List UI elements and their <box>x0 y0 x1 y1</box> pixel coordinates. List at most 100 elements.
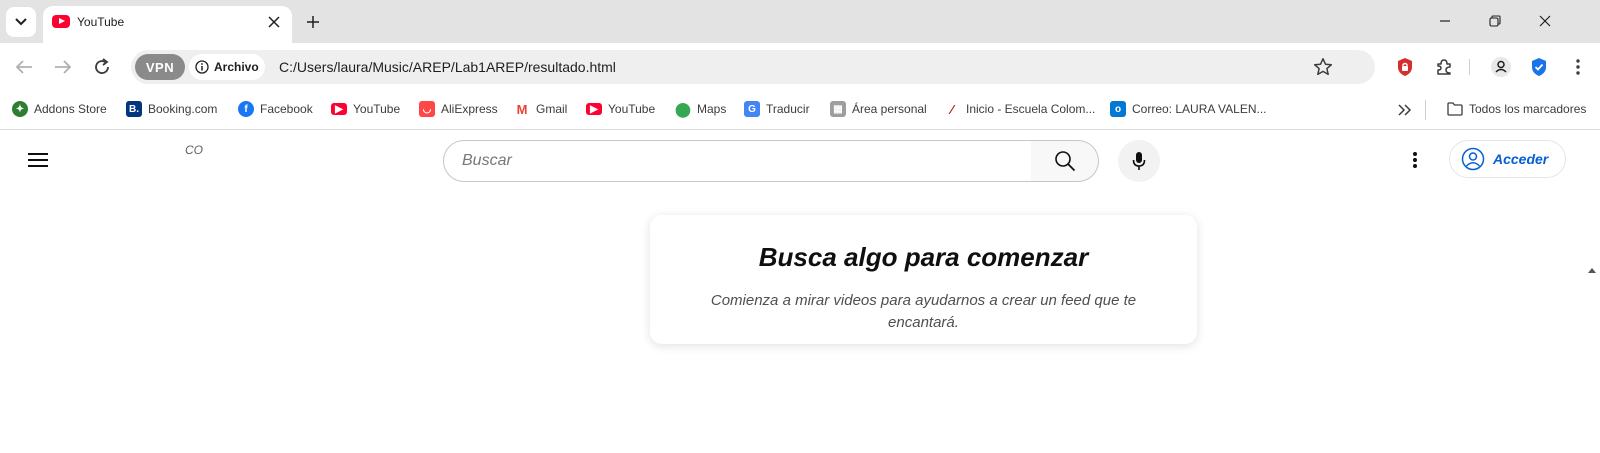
bookmark-label: Traducir <box>766 102 810 116</box>
star-icon <box>1313 58 1333 76</box>
empty-state-title: Busca algo para comenzar <box>758 242 1089 272</box>
aliexpress-icon: ◡ <box>419 101 435 117</box>
origin-label: Archivo <box>214 60 259 74</box>
settings-menu-button[interactable] <box>1403 148 1427 172</box>
arrow-left-icon <box>15 60 32 74</box>
site-info-chip[interactable]: Archivo <box>189 54 265 80</box>
bookmark-item[interactable]: G Traducir <box>744 99 810 119</box>
addons-store-icon: ✦ <box>12 101 28 117</box>
bookmark-label: Maps <box>697 102 727 116</box>
tab-strip: YouTube <box>0 0 1600 43</box>
close-window-button[interactable] <box>1534 10 1556 32</box>
bookmarks-divider <box>1425 100 1426 120</box>
scroll-up-arrow-icon[interactable] <box>1588 268 1596 273</box>
empty-feed-card: Busca algo para comenzar Comienza a mira… <box>650 215 1197 344</box>
toolbar-divider <box>1469 59 1470 75</box>
info-icon <box>195 60 209 74</box>
minimize-icon <box>1440 20 1450 22</box>
plus-icon <box>307 16 319 28</box>
search-input[interactable]: Buscar <box>443 140 1032 182</box>
translate-icon: G <box>744 101 760 117</box>
guide-menu-button[interactable] <box>28 151 52 169</box>
bookmark-item[interactable]: f Facebook <box>238 99 313 119</box>
close-icon <box>268 16 280 28</box>
bookmark-star-button[interactable] <box>1311 55 1335 79</box>
chevron-down-icon <box>15 18 27 26</box>
bookmark-item[interactable]: B. Booking.com <box>126 99 217 119</box>
empty-state-subtitle: Comienza a mirar videos para ayudarnos a… <box>710 292 1137 331</box>
bookmark-item[interactable]: ▶ YouTube <box>331 99 400 119</box>
bookmark-item[interactable]: ▶ YouTube <box>586 99 655 119</box>
all-bookmarks-folder[interactable]: Todos los marcadores <box>1447 99 1586 119</box>
forward-button[interactable] <box>49 53 77 81</box>
tab-title: YouTube <box>77 15 125 29</box>
url-text[interactable]: C:/Users/laura/Music/AREP/Lab1AREP/resul… <box>279 59 616 75</box>
bookmark-label: Correo: LAURA VALEN... <box>1132 102 1267 116</box>
bookmark-item[interactable]: ▦ Área personal <box>830 99 927 119</box>
puzzle-icon <box>1437 59 1451 75</box>
kebab-menu-icon <box>1413 152 1417 168</box>
microphone-icon <box>1132 152 1146 170</box>
extension-shield-button[interactable] <box>1393 55 1417 79</box>
back-button[interactable] <box>10 53 38 81</box>
booking-icon: B. <box>126 101 142 117</box>
bookmark-label: AliExpress <box>441 102 498 116</box>
youtube-icon: ▶ <box>331 103 347 115</box>
bookmark-label: Gmail <box>536 102 568 116</box>
red-shield-icon <box>1398 58 1412 76</box>
search-icon <box>1054 151 1075 172</box>
search-button[interactable] <box>1031 140 1099 182</box>
bookmark-label: YouTube <box>353 102 401 116</box>
restore-icon <box>1489 15 1501 27</box>
profile-icon <box>1491 57 1511 77</box>
new-tab-button[interactable] <box>302 11 324 33</box>
kebab-menu-icon <box>1576 59 1580 75</box>
extensions-button[interactable] <box>1432 55 1456 79</box>
tab-close-button[interactable] <box>265 13 283 31</box>
minimize-button[interactable] <box>1434 10 1456 32</box>
bookmark-item[interactable]: ⁄ Inicio - Escuela Colom... <box>944 99 1095 119</box>
bookmark-label: Área personal <box>852 102 927 116</box>
profile-button[interactable] <box>1489 55 1513 79</box>
address-bar[interactable]: VPN Archivo C:/Users/laura/Music/AREP/La… <box>131 50 1375 84</box>
voice-search-button[interactable] <box>1118 140 1160 182</box>
double-chevron-right-icon <box>1398 104 1412 116</box>
gmail-icon: M <box>514 101 530 117</box>
escuela-icon: ⁄ <box>944 101 960 117</box>
sign-in-label: Acceder <box>1493 151 1549 167</box>
reload-button[interactable] <box>88 53 116 81</box>
maps-icon: ⬤ <box>675 100 691 117</box>
hamburger-line <box>28 159 48 161</box>
bookmark-label: Facebook <box>260 102 313 116</box>
personal-area-icon: ▦ <box>830 101 846 117</box>
search-placeholder: Buscar <box>462 152 512 169</box>
hamburger-line <box>28 165 48 167</box>
facebook-icon: f <box>238 101 254 117</box>
outlook-icon: o <box>1110 101 1126 117</box>
hamburger-line <box>28 153 48 155</box>
tab-search-button[interactable] <box>6 7 36 37</box>
account-circle-icon <box>1461 147 1485 171</box>
bookmark-item[interactable]: o Correo: LAURA VALEN... <box>1110 99 1267 119</box>
password-manager-button[interactable] <box>1527 55 1551 79</box>
more-bookmarks-button[interactable] <box>1394 99 1416 121</box>
bookmark-item[interactable]: ⬤ Maps <box>675 99 726 119</box>
bookmarks-bar: ✦ Addons Store B. Booking.com f Facebook… <box>0 90 1600 130</box>
bookmark-label: Addons Store <box>34 102 107 116</box>
arrow-right-icon <box>55 60 72 74</box>
browser-menu-button[interactable] <box>1566 55 1590 79</box>
close-icon <box>1539 15 1551 27</box>
restore-button[interactable] <box>1484 10 1506 32</box>
youtube-favicon-icon <box>52 15 70 28</box>
bookmark-item[interactable]: ✦ Addons Store <box>12 99 107 119</box>
bookmark-item[interactable]: ◡ AliExpress <box>419 99 498 119</box>
bookmark-item[interactable]: M Gmail <box>514 99 567 119</box>
active-tab[interactable]: YouTube <box>43 6 292 43</box>
logo-placeholder[interactable]: CO <box>185 143 203 157</box>
sign-in-button[interactable]: Acceder <box>1449 140 1566 178</box>
all-bookmarks-label: Todos los marcadores <box>1469 102 1587 116</box>
bookmark-label: Booking.com <box>148 102 218 116</box>
bookmark-label: Inicio - Escuela Colom... <box>966 102 1096 116</box>
bookmark-label: YouTube <box>608 102 656 116</box>
vpn-badge[interactable]: VPN <box>135 54 185 80</box>
